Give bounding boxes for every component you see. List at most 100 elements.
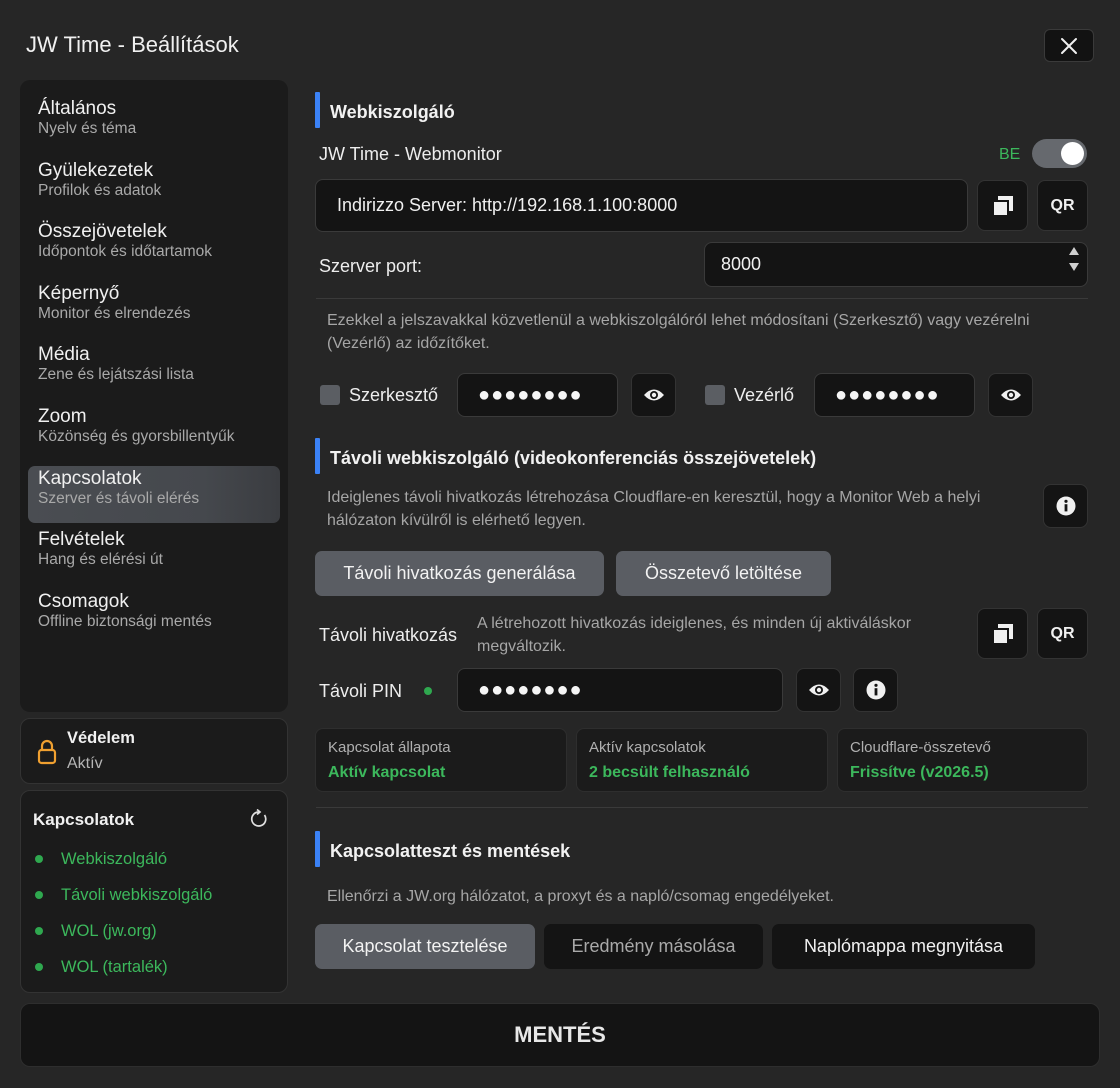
toggle-knob <box>1061 142 1084 165</box>
card-label: Kapcsolat állapota <box>328 739 451 756</box>
generate-remote-link-label: Távoli hivatkozás generálása <box>343 563 576 583</box>
status-item-wol-jworg: WOL (jw.org) <box>21 913 287 949</box>
pin-show-button[interactable] <box>796 668 841 712</box>
save-button[interactable]: MENTÉS <box>20 1003 1100 1067</box>
copy-result-button[interactable]: Eredmény másolása <box>544 924 763 969</box>
remote-pin-value: ●●●●●●●● <box>478 678 583 701</box>
port-stepper[interactable] <box>1069 247 1079 271</box>
remote-link-label: Távoli hivatkozás <box>319 625 458 645</box>
editor-password-field[interactable]: ●●●●●●●● <box>457 373 618 417</box>
test-connection-label: Kapcsolat tesztelése <box>342 936 508 956</box>
status-item-label: WOL (jw.org) <box>61 921 157 940</box>
password-note: Ezekkel a jelszavakkal közvetlenül a web… <box>327 312 1030 352</box>
sidebar-item-label: Média <box>38 344 90 366</box>
remote-pin-field[interactable]: ●●●●●●●● <box>457 668 783 712</box>
download-component-button[interactable]: Összetevő letöltése <box>616 551 831 596</box>
status-item-label: Távoli webkiszolgáló <box>61 885 213 904</box>
divider <box>316 298 1088 299</box>
download-component-label: Összetevő letöltése <box>644 563 803 583</box>
sidebar-item-congregations[interactable]: Gyülekezetek Profilok és adatok <box>28 158 280 215</box>
server-port-label: Szerver port: <box>319 256 423 276</box>
status-item-wol-backup: WOL (tartalék) <box>21 949 287 985</box>
remote-description: Ideiglenes távoli hivatkozás létrehozása… <box>327 489 981 529</box>
section-title-webserver: Webkiszolgáló <box>330 102 455 122</box>
copy-icon <box>991 195 1013 217</box>
sidebar-item-sub: Nyelv és téma <box>38 120 137 137</box>
copy-address-button[interactable] <box>977 180 1028 231</box>
qr-remote-link-button[interactable]: QR <box>1037 608 1088 659</box>
card-label: Aktív kapcsolatok <box>589 739 706 756</box>
card-value: Aktív kapcsolat <box>328 764 446 781</box>
pin-status-dot <box>424 687 432 695</box>
copy-result-label: Eredmény másolása <box>571 936 736 956</box>
sidebar-item-meetings[interactable]: Összejövetelek Időpontok és időtartamok <box>28 219 280 276</box>
refresh-button[interactable] <box>247 807 271 831</box>
generate-remote-link-button[interactable]: Távoli hivatkozás generálása <box>315 551 604 596</box>
remote-info-button[interactable] <box>1043 484 1088 528</box>
sidebar-item-media[interactable]: Média Zene és lejátszási lista <box>28 342 280 399</box>
sidebar-nav: Általános Nyelv és téma Gyülekezetek Pro… <box>20 80 288 712</box>
controller-show-password-button[interactable] <box>988 373 1033 417</box>
card-value: Frissítve (v2026.5) <box>850 764 989 781</box>
webmonitor-label: JW Time - Webmonitor <box>319 144 502 164</box>
active-connections-card: Aktív kapcsolatok 2 becsült felhasználó <box>576 728 828 792</box>
protection-panel[interactable]: Védelem Aktív <box>20 718 288 784</box>
test-connection-button[interactable]: Kapcsolat tesztelése <box>315 924 535 969</box>
eye-icon <box>643 389 664 401</box>
editor-show-password-button[interactable] <box>631 373 676 417</box>
sidebar-item-sub: Monitor és elrendezés <box>38 304 191 322</box>
pin-info-button[interactable] <box>853 668 898 712</box>
sidebar-item-label: Csomagok <box>38 590 129 612</box>
sidebar-item-label: Összejövetelek <box>38 221 167 243</box>
server-port-input[interactable]: 8000 <box>704 242 1088 287</box>
copy-remote-link-button[interactable] <box>977 608 1028 659</box>
sidebar-item-sub: Szerver és távoli elérés <box>38 489 200 507</box>
window-title: JW Time - Beállítások <box>26 32 239 57</box>
sidebar-item-screen[interactable]: Képernyő Monitor és elrendezés <box>28 281 280 338</box>
open-log-folder-label: Naplómappa megnyitása <box>803 936 1004 956</box>
open-log-folder-button[interactable]: Naplómappa megnyitása <box>772 924 1035 969</box>
sidebar-item-connections[interactable]: Kapcsolatok Szerver és távoli elérés <box>28 465 280 523</box>
section-title-test: Kapcsolatteszt és mentések <box>330 841 571 861</box>
remote-pin-label: Távoli PIN <box>319 681 403 701</box>
sidebar-item-general[interactable]: Általános Nyelv és téma <box>28 96 280 153</box>
refresh-icon <box>250 809 267 827</box>
sidebar-item-sub: Profilok és adatok <box>38 181 162 199</box>
toggle-state-label: BE <box>999 146 1021 163</box>
sidebar-item-packages[interactable]: Csomagok Offline biztonsági mentés <box>28 589 280 646</box>
sidebar-item-label: Felvételek <box>38 529 125 551</box>
editor-password-value: ●●●●●●●● <box>478 383 583 406</box>
close-button[interactable] <box>1044 29 1094 62</box>
sidebar-item-sub: Közönség és gyorsbillentyűk <box>38 427 235 445</box>
card-value: 2 becsült felhasználó <box>589 764 750 781</box>
info-icon <box>1056 496 1075 516</box>
sidebar-item-zoom[interactable]: Zoom Közönség és gyorsbillentyűk <box>28 404 280 461</box>
server-address-field[interactable]: Indirizzo Server: http://192.168.1.100:8… <box>315 179 968 232</box>
controller-password-field[interactable]: ●●●●●●●● <box>814 373 975 417</box>
sidebar-item-label: Kapcsolatok <box>38 467 142 489</box>
copy-icon <box>991 623 1013 645</box>
qr-address-button[interactable]: QR <box>1037 180 1088 231</box>
editor-checkbox[interactable] <box>320 385 340 405</box>
status-item-label: WOL (tartalék) <box>61 957 168 976</box>
cloudflare-component-card: Cloudflare-összetevő Frissítve (v2026.5) <box>837 728 1088 792</box>
sidebar-item-recordings[interactable]: Felvételek Hang és elérési út <box>28 527 280 584</box>
webmonitor-toggle[interactable] <box>1032 139 1087 168</box>
server-address-text: Indirizzo Server: http://192.168.1.100:8… <box>337 195 678 215</box>
section-accent <box>315 438 320 474</box>
status-dot <box>35 891 43 899</box>
sidebar-item-label: Általános <box>38 98 117 119</box>
card-label: Cloudflare-összetevő <box>850 739 991 756</box>
remote-link-note: A létrehozott hivatkozás ideiglenes, és … <box>477 615 912 655</box>
lock-icon <box>37 739 57 765</box>
chevron-up-icon[interactable] <box>1069 247 1079 255</box>
sidebar-item-sub: Offline biztonsági mentés <box>38 612 212 630</box>
server-port-value: 8000 <box>721 254 762 274</box>
chevron-down-icon[interactable] <box>1069 263 1079 271</box>
eye-icon <box>1000 389 1021 401</box>
qr-label: QR <box>1050 196 1075 214</box>
controller-checkbox[interactable] <box>705 385 725 405</box>
section-title-remote: Távoli webkiszolgáló (videokonferenciás … <box>330 448 817 468</box>
sidebar-item-label: Zoom <box>38 405 87 427</box>
protection-status: Aktív <box>67 755 103 772</box>
